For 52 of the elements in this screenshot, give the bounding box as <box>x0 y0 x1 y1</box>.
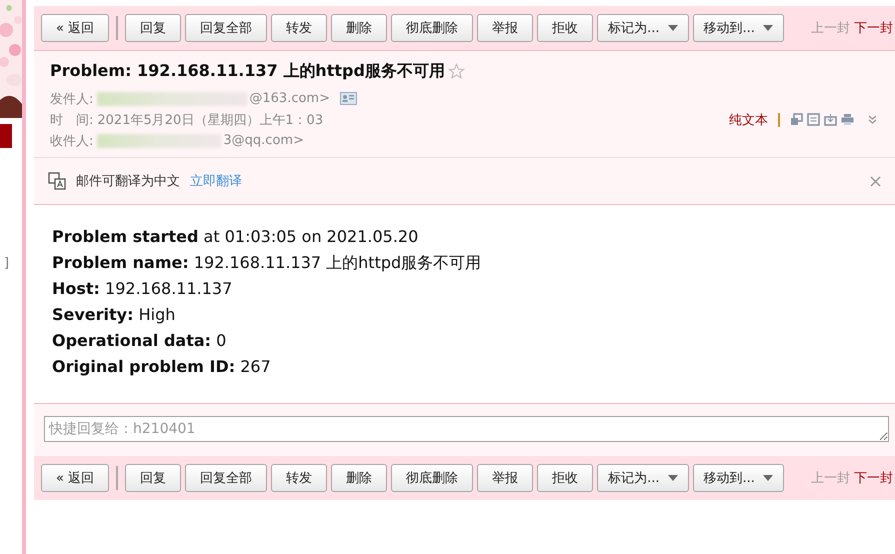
toolbar-button[interactable]: 拒收 <box>537 14 594 42</box>
caret-icon <box>762 475 773 481</box>
toolbar-button[interactable]: 删除 <box>331 14 388 42</box>
toolbar-button[interactable]: « 返回 <box>41 14 110 42</box>
dropdown-button[interactable]: 移动到... <box>692 14 784 42</box>
close-icon[interactable] <box>870 176 881 186</box>
star-icon[interactable] <box>448 63 465 80</box>
next-link[interactable]: 下一封 <box>854 19 893 37</box>
field-value: @163.com> <box>249 91 330 106</box>
toolbar-button[interactable]: 回复 <box>125 464 182 492</box>
message-line: Severity: High <box>52 304 176 326</box>
translate-message: 邮件可翻译为中文 <box>76 173 180 190</box>
field-value: 2021年5月20日（星期四）上午1：03 <box>97 112 324 128</box>
contact-card-icon[interactable] <box>340 92 357 105</box>
email-subject: Problem: 192.168.11.137 上的httpd服务不可用 <box>50 61 445 82</box>
toolbar-button[interactable]: 转发 <box>271 14 328 42</box>
field-label: 时 间: <box>50 112 94 128</box>
next-link[interactable]: 下一封 <box>854 469 893 487</box>
window-icon[interactable] <box>790 113 803 126</box>
print-icon[interactable] <box>841 113 854 126</box>
dropdown-button[interactable]: 标记为... <box>597 14 688 42</box>
field-label: 收件人: <box>50 132 94 150</box>
message-line: Operational data: 0 <box>52 330 228 352</box>
caret-icon <box>668 475 678 481</box>
translate-icon <box>48 172 66 190</box>
document-icon[interactable] <box>807 113 820 126</box>
quick-reply-field[interactable]: 快捷回复给：h210401 <box>44 416 889 442</box>
toolbar-button[interactable]: 举报 <box>477 464 534 492</box>
expand-icon[interactable] <box>866 113 879 126</box>
toolbar-button[interactable]: 回复 <box>125 14 182 42</box>
menu-highlight <box>0 124 12 148</box>
message-line: Host: 192.168.11.137 <box>52 278 234 300</box>
message-line: Original problem ID: 267 <box>52 356 272 378</box>
toolbar-button[interactable]: 回复全部 <box>185 14 268 42</box>
caret-icon <box>762 25 773 31</box>
toolbar-button[interactable]: 彻底删除 <box>391 464 474 492</box>
dropdown-button[interactable]: 移动到... <box>692 464 784 492</box>
toolbar-button[interactable]: 彻底删除 <box>391 14 474 42</box>
caret-icon <box>668 25 678 31</box>
toolbar-button[interactable]: 举报 <box>477 14 534 42</box>
message-line: Problem name: 192.168.11.137 上的httpd服务不可用 <box>52 252 482 274</box>
dropdown-button[interactable]: 标记为... <box>597 464 688 492</box>
toolbar-button[interactable]: 回复全部 <box>185 464 268 492</box>
toolbar-button[interactable]: 删除 <box>331 464 388 492</box>
toolbar-button[interactable]: 转发 <box>271 464 328 492</box>
message-line: Problem started at 01:03:05 on 2021.05.20 <box>52 226 420 248</box>
plain-text-link[interactable]: 纯文本 <box>729 110 768 128</box>
sidebar-text: ] <box>4 256 10 271</box>
field-label: 发件人: <box>50 90 94 108</box>
toolbar-button[interactable]: 拒收 <box>537 464 594 492</box>
download-icon[interactable] <box>824 113 837 126</box>
toolbar-button[interactable]: « 返回 <box>41 464 110 492</box>
